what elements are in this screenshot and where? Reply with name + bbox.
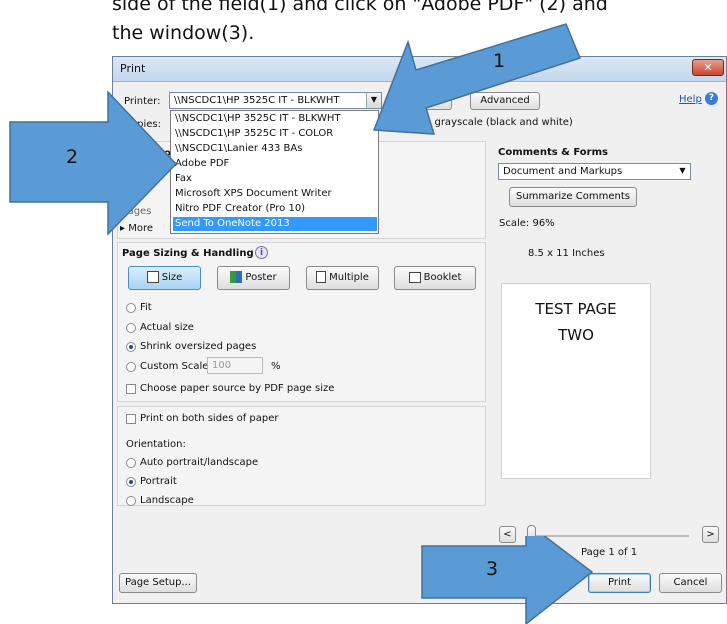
summarize-comments-label: Summarize Comments [516,191,630,202]
page-sizing-heading: Page Sizing & Handling [122,248,254,259]
fit-radio[interactable] [126,303,136,313]
both-sides-label: Print on both sides of paper [140,413,279,424]
print-button[interactable]: Print [588,573,651,593]
portrait-label: Portrait [140,476,177,487]
annotation-arrow-3: 3 [416,536,594,624]
printer-option[interactable]: Fax [173,172,377,186]
annotation-arrow-1: 1 [362,12,587,142]
printer-option[interactable]: \\NSCDC1\Lanier 433 BAs [173,142,377,156]
arrow-3-shape [421,536,594,624]
size-button[interactable]: Size [128,266,201,290]
portrait-radio[interactable] [126,477,136,487]
preview-text-line2: TWO [558,326,594,344]
landscape-radio[interactable] [126,496,136,506]
shrink-oversized-label: Shrink oversized pages [140,341,257,352]
multiple-pages-icon [316,271,327,283]
paper-source-checkbox[interactable] [126,384,136,394]
booklet-button-label: Booklet [423,272,462,283]
poster-icon [230,271,243,283]
printer-option[interactable]: \\NSCDC1\HP 3525C IT - COLOR [173,127,377,141]
actual-size-label: Actual size [140,322,194,333]
orientation-panel: Print on both sides of paper Orientation… [117,406,486,506]
percent-symbol: % [271,361,281,372]
scale-label: Scale: 96% [499,218,555,229]
fit-label: Fit [140,302,152,313]
printer-option[interactable]: Microsoft XPS Document Writer [173,187,377,201]
actual-size-radio[interactable] [126,323,136,333]
auto-orientation-label: Auto portrait/landscape [140,457,259,468]
paper-source-label: Choose paper source by PDF page size [140,383,335,394]
printer-select-value: \\NSCDC1\HP 3525C IT - BLKWHT [174,95,340,106]
comments-forms-select[interactable]: Document and Markups ▼ [498,163,691,180]
arrow-2-label: 2 [66,146,79,168]
custom-scale-radio[interactable] [126,362,136,372]
arrow-1-shape [372,23,582,135]
summarize-comments-button[interactable]: Summarize Comments [509,187,637,207]
info-icon[interactable]: i [255,246,268,259]
page-preview: TEST PAGE TWO [501,283,651,479]
instruction-text-line2: the window(3). [112,22,255,44]
orientation-label: Orientation: [126,439,186,450]
multiple-button-label: Multiple [329,272,369,283]
shrink-oversized-radio[interactable] [126,342,136,352]
arrow-3-label: 3 [486,558,499,580]
printer-option-adobe-pdf[interactable]: Adobe PDF [173,157,377,171]
poster-button-label: Poster [245,272,277,283]
booklet-icon [408,271,421,283]
poster-button[interactable]: Poster [217,266,290,290]
both-sides-checkbox[interactable] [126,414,136,424]
booklet-button[interactable]: Booklet [394,266,476,290]
cancel-button[interactable]: Cancel [659,573,722,593]
multiple-button[interactable]: Multiple [306,266,379,290]
size-icon [146,271,159,283]
comments-forms-value: Document and Markups [503,166,623,177]
chevron-down-icon[interactable]: ▼ [675,164,690,179]
preview-text-line1: TEST PAGE [535,300,617,318]
arrow-2-shape [9,90,178,236]
cancel-button-label: Cancel [673,577,708,588]
custom-scale-label: Custom Scale: [140,361,212,372]
page-setup-button[interactable]: Page Setup... [119,573,197,593]
arrow-1-label: 1 [493,50,506,72]
page-sizing-panel: Page Sizing & Handling i Size Poster Mul… [117,242,486,402]
close-button[interactable]: ✕ [692,59,724,76]
auto-orientation-radio[interactable] [126,458,136,468]
printer-option[interactable]: \\NSCDC1\HP 3525C IT - BLKWHT [173,112,377,126]
size-button-label: Size [161,272,183,283]
next-page-button[interactable]: > [702,526,719,543]
annotation-arrow-2: 2 [0,88,180,236]
custom-scale-input[interactable]: 100 [207,357,263,374]
printer-dropdown-list: \\NSCDC1\HP 3525C IT - BLKWHT \\NSCDC1\H… [170,110,379,234]
help-icon[interactable]: ? [705,92,718,105]
printer-select[interactable]: \\NSCDC1\HP 3525C IT - BLKWHT ▼ [169,92,382,109]
printer-option-highlighted[interactable]: Send To OneNote 2013 [173,217,377,231]
printer-option[interactable]: Nitro PDF Creator (Pro 10) [173,202,377,216]
page-setup-label: Page Setup... [124,577,192,588]
help-link[interactable]: Help [679,94,702,105]
dialog-title: Print [120,62,146,75]
comments-forms-heading: Comments & Forms [498,147,608,158]
print-button-label: Print [607,577,631,588]
landscape-label: Landscape [140,495,194,506]
paper-size-label: 8.5 x 11 Inches [528,248,605,259]
comments-forms-panel: Comments & Forms Document and Markups ▼ … [495,141,723,207]
